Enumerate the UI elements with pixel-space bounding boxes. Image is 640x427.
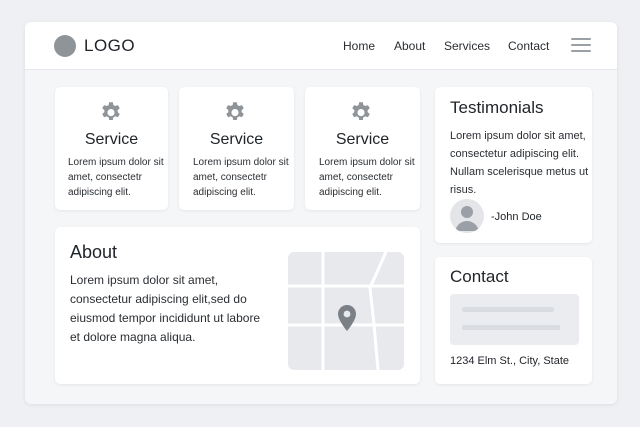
service-card-2: Service Lorem ipsum dolor sit amet, cons… <box>179 87 294 210</box>
nav-link-services[interactable]: Services <box>444 39 490 53</box>
contact-card: Contact 1234 Elm St., City, State <box>435 257 592 384</box>
site-header: LOGO Home About Services Contact <box>25 22 617 70</box>
about-text: Lorem ipsum dolor sit amet, consectetur … <box>70 273 261 344</box>
service-card-3: Service Lorem ipsum dolor sit amet, cons… <box>305 87 420 210</box>
service-title: Service <box>209 131 264 148</box>
logo-icon[interactable] <box>54 35 76 57</box>
contact-form-placeholder[interactable] <box>450 294 579 345</box>
contact-title: Contact <box>450 267 509 286</box>
nav-link-about[interactable]: About <box>394 39 425 53</box>
contact-address: 1234 Elm St., City, State <box>450 355 570 367</box>
map-pin-icon[interactable] <box>338 305 356 331</box>
service-card-1: Service Lorem ipsum dolor sit amet, cons… <box>55 87 168 210</box>
gear-icon <box>102 102 120 121</box>
service-description: Lorem ipsum dolor sit amet, consectetr a… <box>319 157 415 198</box>
service-description: Lorem ipsum dolor sit amet, consectetr a… <box>193 157 289 198</box>
gear-icon <box>352 102 370 121</box>
service-description: Lorem ipsum dolor sit amet, consectetr a… <box>68 157 164 198</box>
testimonial-author: -John Doe <box>491 211 542 223</box>
testimonials-title: Testimonials <box>450 98 544 117</box>
nav-link-home[interactable]: Home <box>343 39 375 53</box>
nav-link-contact[interactable]: Contact <box>508 39 549 53</box>
testimonials-card: Testimonials Lorem ipsum dolor sit amet,… <box>435 87 592 243</box>
service-title: Service <box>84 131 139 148</box>
logo-text[interactable]: LOGO <box>84 36 135 56</box>
testimonial-quote: Lorem ipsum dolor sit amet, consectetur … <box>450 130 589 196</box>
about-title: About <box>70 242 118 262</box>
user-avatar-icon <box>450 199 484 233</box>
gear-icon <box>226 102 244 121</box>
website-wireframe: LOGO Home About Services Contact Service… <box>25 22 617 404</box>
hamburger-menu-icon[interactable] <box>571 38 591 52</box>
service-title: Service <box>335 131 390 148</box>
about-card: About Lorem ipsum dolor sit amet, consec… <box>55 227 420 384</box>
map[interactable] <box>288 252 404 370</box>
